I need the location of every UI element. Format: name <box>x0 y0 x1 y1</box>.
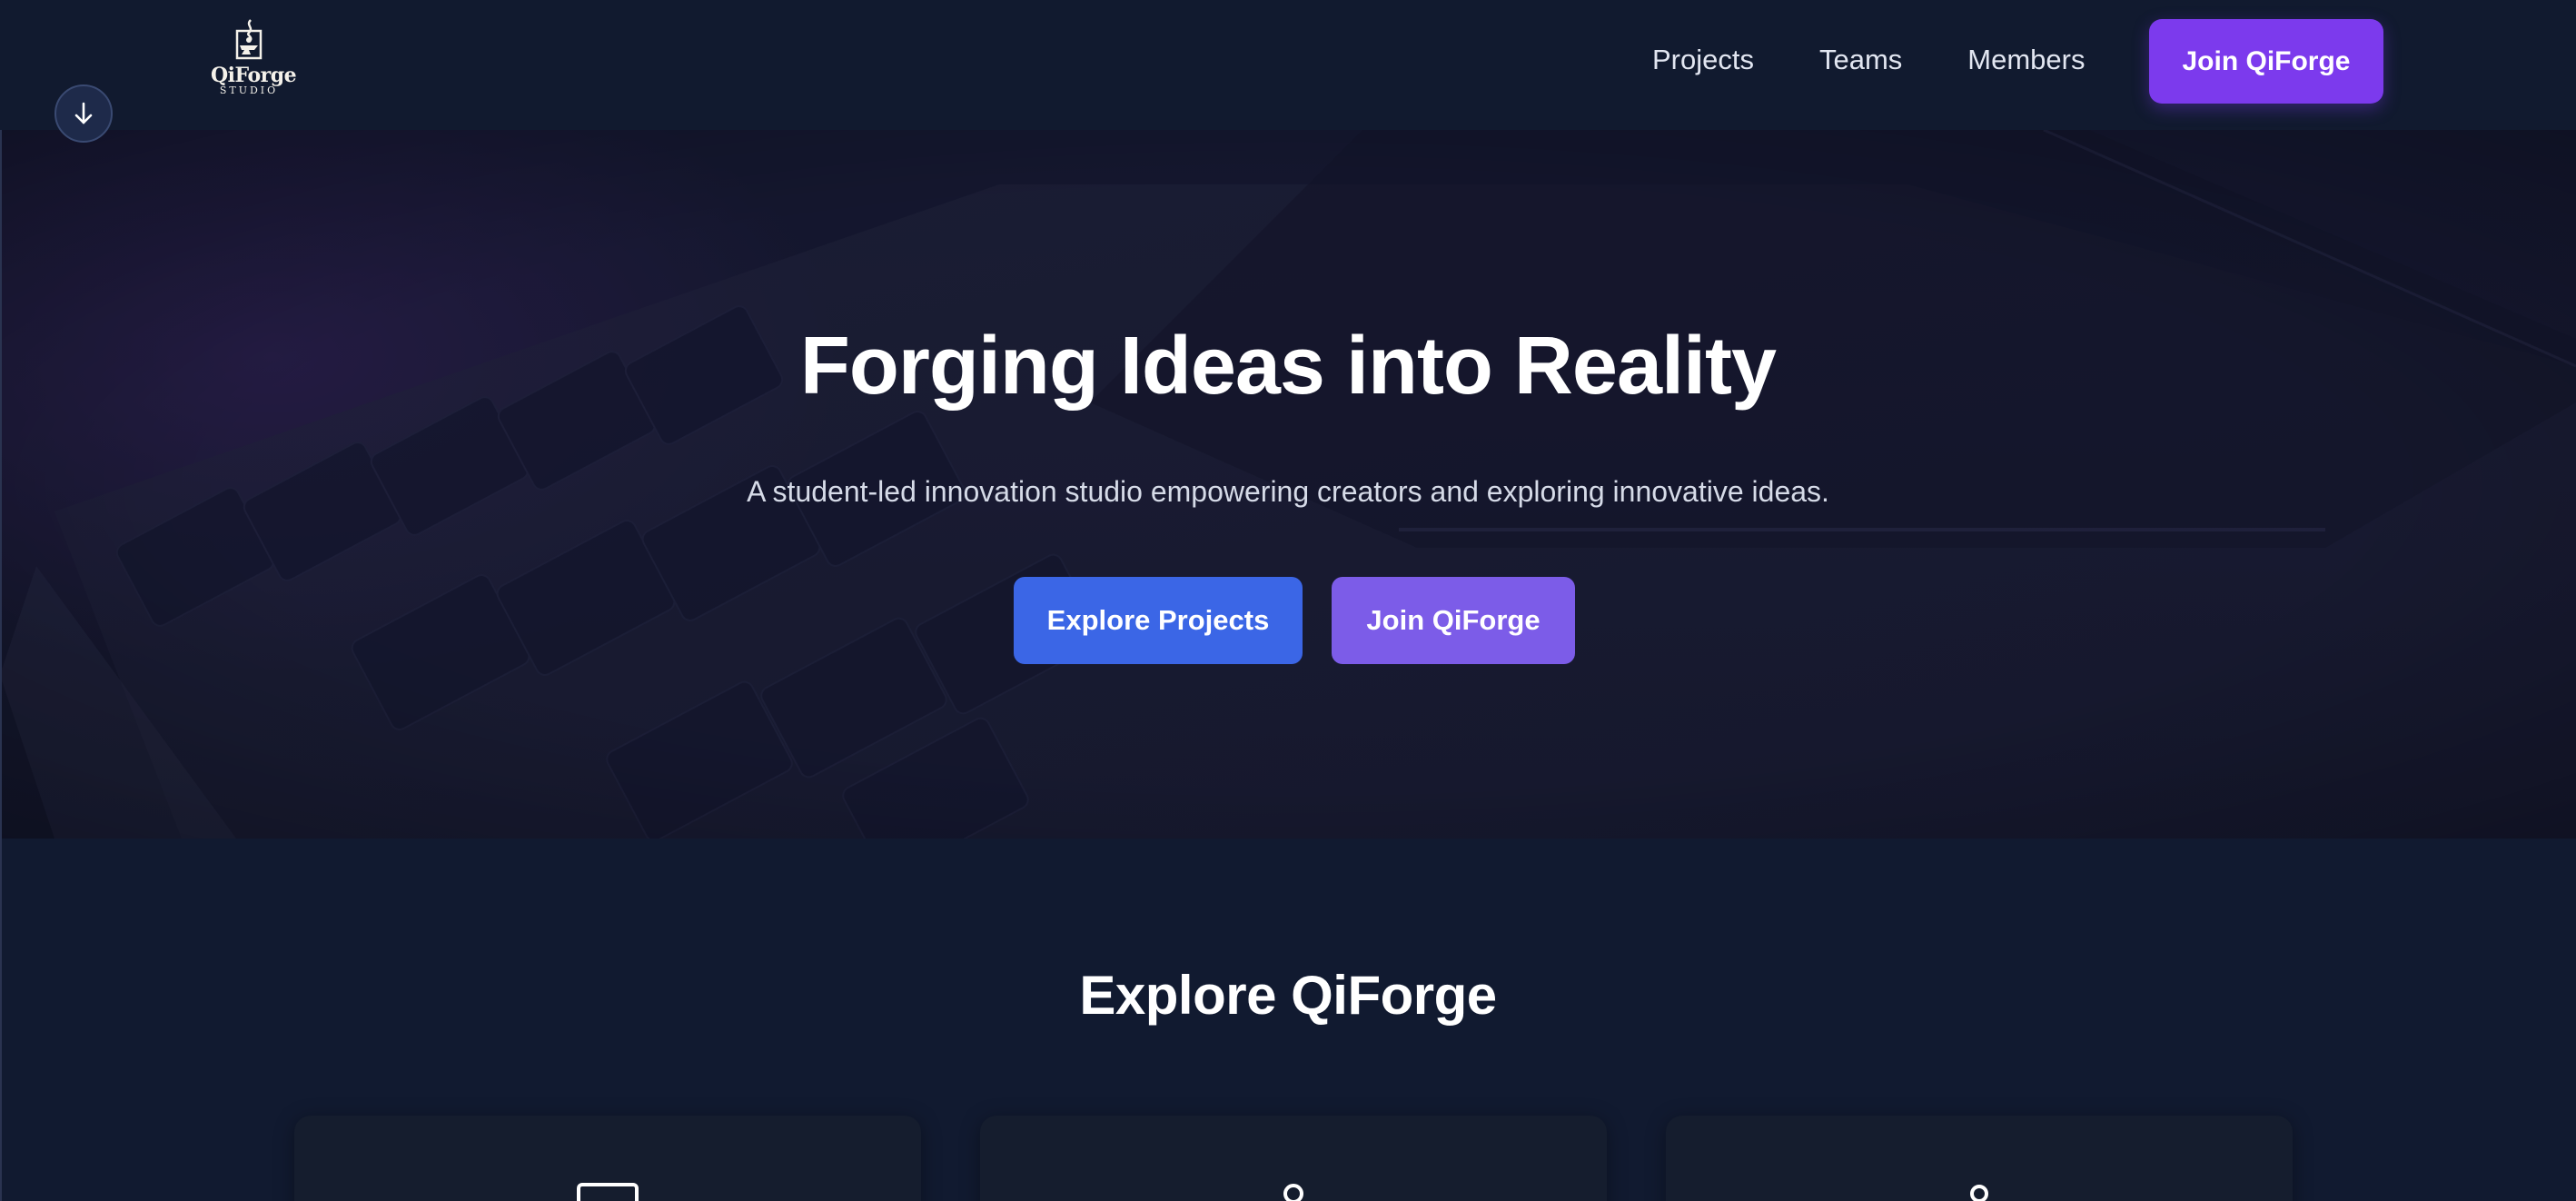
logo[interactable]: QiForge STUDIO <box>211 18 297 102</box>
arrow-down-icon <box>74 102 93 124</box>
hero-join-button[interactable]: Join QiForge <box>1332 577 1575 664</box>
lightbulb-icon <box>1283 1184 1303 1201</box>
explore-section: Explore QiForge <box>0 839 2576 1201</box>
hero-title: Forging Ideas into Reality <box>799 321 1777 412</box>
explore-card-projects[interactable] <box>294 1116 921 1201</box>
scroll-down-button[interactable] <box>54 84 113 143</box>
window-edge <box>0 0 2 1201</box>
forge-logo-icon <box>235 19 263 60</box>
hero-subtitle: A student-led innovation studio empoweri… <box>747 475 1829 508</box>
explore-title: Explore QiForge <box>1079 965 1497 1026</box>
brand-subtitle: STUDIO <box>219 84 279 96</box>
explore-projects-button[interactable]: Explore Projects <box>1014 577 1303 664</box>
hero-section: Forging Ideas into Reality A student-led… <box>0 130 2576 839</box>
navbar: QiForge STUDIO Projects Teams Members Jo… <box>0 0 2576 130</box>
explore-card-members[interactable] <box>1666 1116 2293 1201</box>
page: Forging Ideas into Reality A student-led… <box>0 0 2576 1201</box>
users-icon <box>1970 1185 1988 1201</box>
nav-join-button[interactable]: Join QiForge <box>2149 19 2383 104</box>
laptop-icon <box>577 1183 639 1201</box>
brand-name: QiForge <box>211 64 297 87</box>
nav-link-members[interactable]: Members <box>1967 44 2085 76</box>
explore-card-teams[interactable] <box>980 1116 1607 1201</box>
hero-content: Forging Ideas into Reality A student-led… <box>0 130 2576 839</box>
nav-link-teams[interactable]: Teams <box>1819 44 1902 76</box>
nav-link-projects[interactable]: Projects <box>1652 44 1754 76</box>
nav-links: Projects Teams Members <box>1652 0 2151 120</box>
